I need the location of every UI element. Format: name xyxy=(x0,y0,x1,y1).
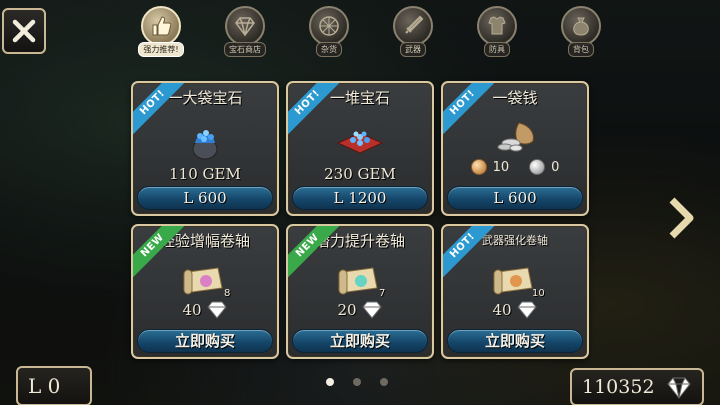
gem-cost: 40 xyxy=(133,300,277,320)
tab-label: 杂货 xyxy=(316,42,342,57)
owned-count: 8 xyxy=(224,288,231,299)
price-button[interactable]: L 600 xyxy=(447,186,583,210)
page-dot[interactable] xyxy=(380,378,388,386)
diamond-icon xyxy=(667,377,691,399)
sword-icon xyxy=(393,6,433,46)
diamond-icon xyxy=(206,301,227,319)
thumbs-up-icon xyxy=(141,6,181,46)
gem-cost: 20 xyxy=(288,300,432,320)
armor-icon xyxy=(477,6,517,46)
page-dot-active[interactable] xyxy=(326,378,334,386)
tab-armor[interactable]: 防具 xyxy=(470,6,524,58)
gold-amount: 10 xyxy=(492,159,510,175)
money-bag-icon xyxy=(497,122,534,152)
owned-count: 10 xyxy=(532,288,545,299)
shop-card-money-bag[interactable]: 一袋钱 HOT! 10 0 L 600 xyxy=(441,81,589,216)
tab-sundries[interactable]: 杂货 xyxy=(302,6,356,58)
page-dot[interactable] xyxy=(353,378,361,386)
cost-value: 20 xyxy=(337,301,357,319)
price-button[interactable]: L 600 xyxy=(137,186,273,210)
close-icon xyxy=(12,19,36,43)
silver-coin-icon xyxy=(529,159,546,175)
buy-now-button[interactable]: 立即购买 xyxy=(137,329,273,353)
diamond-icon xyxy=(516,301,537,319)
tab-label: 背包 xyxy=(568,42,594,57)
cost-value: 40 xyxy=(182,301,202,319)
next-page-arrow-icon[interactable] xyxy=(664,196,696,240)
scroll-icon xyxy=(183,267,223,295)
diamond-icon xyxy=(361,301,382,319)
currency-l-balance: L 0 xyxy=(16,366,92,405)
gem-quantity: 230 GEM xyxy=(324,165,396,183)
buy-now-button[interactable]: 立即购买 xyxy=(447,329,583,353)
tab-label: 宝石商店 xyxy=(224,42,266,57)
gem-balance: 110352 xyxy=(570,368,704,405)
page-indicator xyxy=(326,378,388,386)
bag-icon xyxy=(561,6,601,46)
gold-coin-icon xyxy=(470,159,487,175)
shop-card-potential-scroll[interactable]: 潜力提升卷轴 NEW 7 20 立即购买 xyxy=(286,224,434,359)
category-tabs: 强力推荐! 宝石商店 杂货 武器 防具 背包 xyxy=(134,6,624,58)
tab-weapons[interactable]: 武器 xyxy=(386,6,440,58)
gem-icon xyxy=(225,6,265,46)
tab-recommended[interactable]: 强力推荐! xyxy=(134,6,188,58)
silver-amount: 0 xyxy=(551,159,560,175)
cost-value: 40 xyxy=(492,301,512,319)
compass-icon xyxy=(309,6,349,46)
tab-gem-shop[interactable]: 宝石商店 xyxy=(218,6,272,58)
tab-label: 防具 xyxy=(484,42,510,57)
shop-card-weapon-scroll[interactable]: 武器强化卷轴 HOT! 10 40 立即购买 xyxy=(441,224,589,359)
shop-card-exp-scroll[interactable]: 经验增幅卷轴 NEW 8 40 立即购买 xyxy=(131,224,279,359)
close-button[interactable] xyxy=(2,8,46,54)
scroll-icon xyxy=(338,267,378,295)
gem-quantity: 110 GEM xyxy=(169,165,241,183)
gem-pile-icon xyxy=(336,131,384,154)
gem-cost: 40 xyxy=(443,300,587,320)
buy-now-button[interactable]: 立即购买 xyxy=(292,329,428,353)
gem-bag-icon xyxy=(192,130,218,160)
coin-amounts: 10 0 xyxy=(443,159,587,175)
tab-bag[interactable]: 背包 xyxy=(554,6,608,58)
shop-card-large-gem-bag[interactable]: 一大袋宝石 HOT! 110 GEM L 600 xyxy=(131,81,279,216)
tab-label: 强力推荐! xyxy=(138,42,184,57)
gem-balance-value: 110352 xyxy=(582,376,655,398)
tab-label: 武器 xyxy=(400,42,426,57)
price-button[interactable]: L 1200 xyxy=(292,186,428,210)
owned-count: 7 xyxy=(379,288,386,299)
shop-card-gem-pile[interactable]: 一堆宝石 HOT! 230 GEM L 1200 xyxy=(286,81,434,216)
